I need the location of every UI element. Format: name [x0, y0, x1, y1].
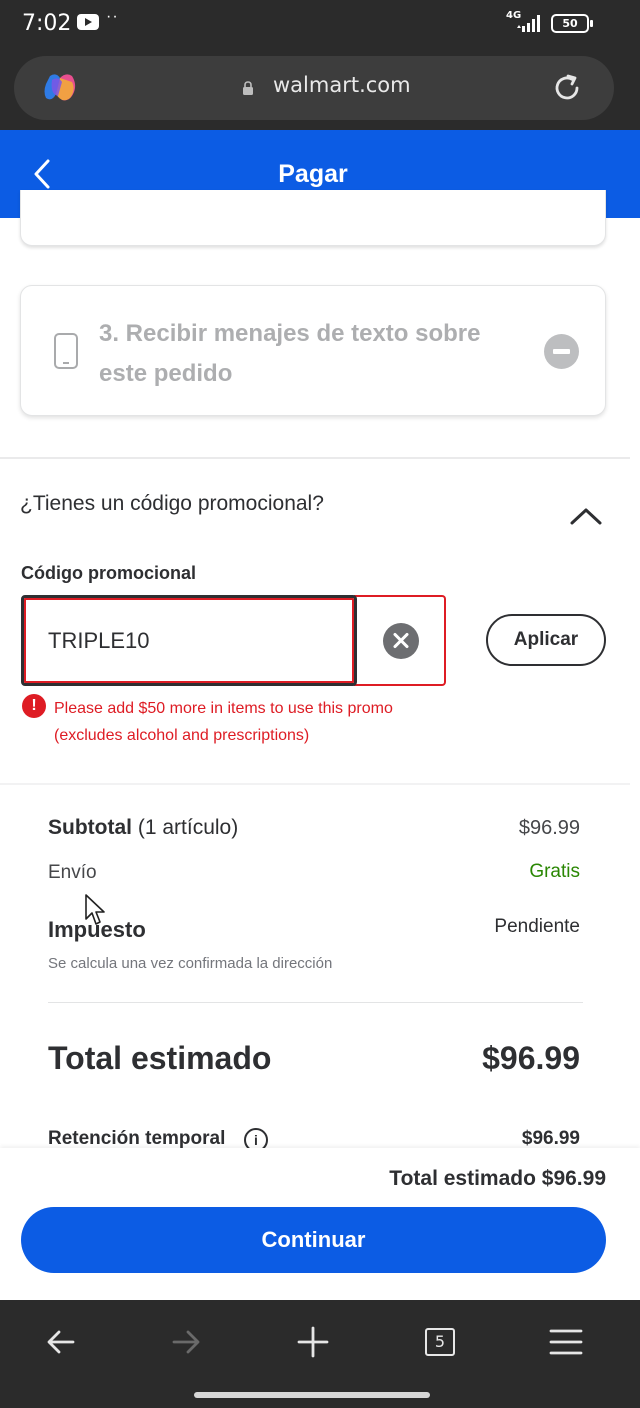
browser-toolbar: walmart.com [0, 48, 640, 130]
error-icon: ! [22, 694, 46, 718]
phone-icon [54, 333, 78, 369]
tax-note: Se calcula una vez confirmada la direcci… [48, 955, 333, 972]
copilot-icon[interactable] [42, 70, 78, 106]
previous-step-card [20, 190, 606, 246]
signal-icon [517, 15, 540, 32]
estimated-total-value: $96.99 [482, 1040, 580, 1076]
address-bar[interactable]: walmart.com [14, 56, 614, 120]
battery-icon: 50 [551, 14, 593, 33]
temporary-hold-value: $96.99 [521, 1128, 580, 1149]
promo-field-label: Código promocional [21, 563, 196, 583]
browser-bottom-nav: 5 [0, 1300, 640, 1408]
estimated-total-label: Total estimado [48, 1040, 272, 1076]
promo-error-message: Please add $50 more in items to use this… [54, 700, 393, 744]
tabs-icon[interactable]: 5 [425, 1328, 455, 1356]
tax-value: Pendiente [494, 916, 580, 937]
menu-icon[interactable] [546, 1322, 586, 1362]
lock-icon [243, 81, 253, 95]
item-count: (1 artículo) [137, 816, 239, 839]
promo-section-heading[interactable]: ¿Tienes un código promocional? [20, 492, 324, 516]
apply-promo-button[interactable]: Aplicar [486, 614, 606, 666]
shipping-label: Envío [48, 862, 97, 883]
checkout-footer: Total estimado $96.99 Continuar [0, 1148, 640, 1300]
chevron-up-icon[interactable] [569, 505, 603, 527]
forward-icon [172, 1330, 200, 1354]
youtube-notification-icon [77, 14, 99, 30]
back-icon[interactable] [41, 1322, 81, 1362]
section-divider [0, 457, 630, 459]
url-text: walmart.com [273, 73, 411, 97]
minus-circle-icon[interactable] [544, 334, 579, 369]
home-indicator[interactable] [194, 1392, 430, 1398]
clear-input-icon[interactable] [383, 623, 419, 659]
new-tab-icon[interactable] [293, 1322, 333, 1362]
step-title: 3. Recibir menajes de texto sobre este p… [99, 320, 481, 387]
temporary-hold-label: Retención temporal [48, 1128, 226, 1149]
status-bar: 7:02 ·· 4G 50 [0, 0, 640, 48]
shipping-value: Gratis [529, 861, 580, 882]
subtotal-label: Subtotal (1 artículo) [48, 816, 238, 840]
continue-button[interactable]: Continuar [21, 1207, 606, 1273]
subtotal-value: $96.99 [518, 817, 580, 839]
subtotal-label-text: Subtotal [48, 816, 132, 839]
reload-icon[interactable] [550, 71, 584, 105]
section-divider [0, 783, 630, 785]
more-notifications-icon: ·· [106, 8, 119, 25]
summary-divider [48, 1002, 583, 1003]
promo-code-input[interactable] [21, 595, 357, 686]
status-time: 7:02 [22, 11, 72, 36]
footer-total: Total estimado $96.99 [389, 1167, 606, 1190]
text-updates-step-card[interactable]: 3. Recibir menajes de texto sobre este p… [20, 285, 606, 416]
mouse-cursor-icon [85, 894, 105, 925]
page-title: Pagar [278, 160, 348, 188]
